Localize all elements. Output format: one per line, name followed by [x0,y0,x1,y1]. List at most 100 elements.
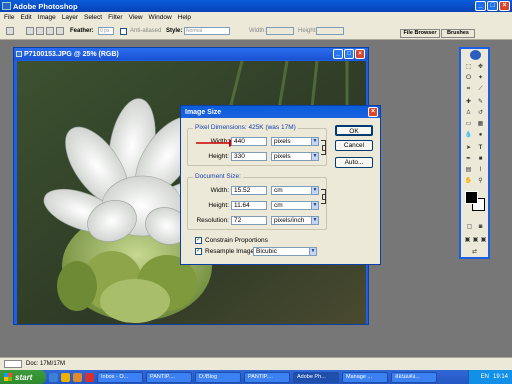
doc-width-input[interactable]: 15.52 [231,186,267,195]
foreground-color-swatch[interactable] [465,191,478,204]
dialog-close-button[interactable]: × [368,107,378,117]
adobe-online-icon[interactable] [470,50,481,60]
height-input[interactable] [316,27,344,35]
marquee-icon[interactable]: ⬚ [464,63,473,72]
cancel-button[interactable]: Cancel [335,140,373,151]
tab-file-browser[interactable]: File Browser [400,29,440,38]
magic-wand-icon[interactable]: ✦ [476,74,485,83]
chain-link-icon [322,194,326,200]
feather-input[interactable]: 0 px [98,27,114,35]
doc-height-label: Height: [208,202,229,209]
crop-icon[interactable]: ⌗ [464,85,473,94]
px-height-unit-value: pixels [274,153,291,160]
start-button[interactable]: start [0,370,46,384]
eyedropper-icon[interactable]: ⌇ [476,166,485,175]
blur-icon[interactable]: 💧 [464,131,473,140]
eraser-icon[interactable]: ▭ [464,120,473,129]
constrain-proportions-label: Constrain Proportions [205,237,268,244]
brush-icon[interactable]: ✎ [476,98,485,107]
taskbar-item-photoshop[interactable]: Adobe Ph... [293,371,339,383]
menu-view[interactable]: View [129,14,143,21]
document-title-bar[interactable]: P7100153.JPG @ 25% (RGB) _ □ × [14,48,368,60]
menu-file[interactable]: File [4,14,14,21]
language-indicator[interactable]: EN [481,374,489,380]
media-quicklaunch-icon[interactable] [73,372,82,382]
tab-brushes[interactable]: Brushes [441,29,475,38]
maximize-button[interactable]: □ [487,1,498,11]
add-selection-icon[interactable] [36,27,44,35]
app-quicklaunch-icon[interactable] [85,372,94,382]
doc-height-unit-select[interactable]: cm ▼ [271,201,319,210]
quick-mask-icon[interactable]: ◙ [476,223,485,232]
menu-filter[interactable]: Filter [108,14,122,21]
resample-method-select[interactable]: Bicubic ▼ [253,247,317,256]
type-icon[interactable]: T [476,144,485,153]
hand-icon[interactable]: ✋ [464,177,473,186]
menu-layer[interactable]: Layer [62,14,78,21]
image-size-dialog: Image Size × Pixel Dimensions: 425K (was… [180,105,381,265]
subtract-selection-icon[interactable] [46,27,54,35]
pen-icon[interactable]: ✒ [464,155,473,164]
taskbar-item-thai[interactable]: สอนแต่ง... [391,371,437,383]
antialiased-label: Anti-aliased [130,28,162,34]
px-width-input[interactable]: 440 [231,137,267,146]
pixel-dimensions-group: Pixel Dimensions: 425K (was 17M) Width: … [187,124,327,166]
px-width-unit-value: pixels [274,138,291,145]
pixel-dimensions-label: Pixel Dimensions: 425K (was 17M) [193,124,298,131]
zoom-field[interactable] [4,360,22,368]
menu-help[interactable]: Help [178,14,191,21]
menu-select[interactable]: Select [84,14,102,21]
auto-button[interactable]: Auto... [335,157,373,168]
taskbar-item-inbox[interactable]: Inbox - O... [97,371,143,383]
minimize-button[interactable]: _ [475,1,486,11]
px-height-input[interactable]: 330 [231,152,267,161]
dodge-icon[interactable]: ● [476,131,485,140]
notes-icon[interactable]: ▤ [464,166,473,175]
doc-close-button[interactable]: × [355,49,365,59]
taskbar-item-pantip-1[interactable]: PANTIP.... [146,371,192,383]
resample-image-checkbox[interactable]: ✓ [195,248,202,255]
taskbar-item-pantip-2[interactable]: PANTIP.... [244,371,290,383]
intersect-selection-icon[interactable] [56,27,64,35]
slice-icon[interactable]: ⟋ [476,85,485,94]
dialog-title-bar[interactable]: Image Size × [181,106,380,118]
shape-icon[interactable]: ■ [476,155,485,164]
marquee-tool-icon[interactable] [6,27,14,35]
app-title: Adobe Photoshop [13,1,78,11]
zoom-icon[interactable]: ⚲ [476,177,485,186]
doc-width-unit-select[interactable]: cm ▼ [271,186,319,195]
style-select[interactable]: Normal [184,27,230,35]
jump-to-imageready-icon[interactable]: ⇄ [470,248,479,257]
menu-image[interactable]: Image [38,14,56,21]
doc-height-input[interactable]: 11.64 [231,201,267,210]
clone-stamp-icon[interactable]: ♙ [464,109,473,118]
resolution-input[interactable]: 72 [231,216,267,225]
taskbar-item-blog[interactable]: D:/Blog [195,371,241,383]
antialiased-checkbox[interactable] [120,28,127,35]
standard-mode-icon[interactable]: ▢ [465,223,474,232]
chevron-down-icon: ▼ [311,217,318,224]
px-width-unit-select[interactable]: pixels ▼ [271,137,319,146]
healing-brush-icon[interactable]: ✚ [464,98,473,107]
doc-maximize-button[interactable]: □ [344,49,354,59]
screen-mode-full-icon[interactable]: ▣ [479,236,488,245]
px-height-unit-select[interactable]: pixels ▼ [271,152,319,161]
history-brush-icon[interactable]: ↺ [476,109,485,118]
ie-quicklaunch-icon[interactable] [49,372,58,382]
width-input[interactable] [266,27,294,35]
menu-edit[interactable]: Edit [20,14,31,21]
new-selection-icon[interactable] [26,27,34,35]
lasso-icon[interactable]: ⵔ [464,74,473,83]
close-button[interactable]: × [499,1,510,11]
menu-window[interactable]: Window [149,14,172,21]
gradient-icon[interactable]: ▦ [476,120,485,129]
taskbar-item-manage[interactable]: Manage ... [342,371,388,383]
desktop-quicklaunch-icon[interactable] [61,372,70,382]
constrain-proportions-checkbox[interactable]: ✓ [195,237,202,244]
move-icon[interactable]: ✥ [476,63,485,72]
ok-button[interactable]: OK [335,125,373,136]
resolution-unit-select[interactable]: pixels/inch ▼ [271,216,319,225]
path-select-icon[interactable]: ➤ [464,144,473,153]
document-size-label: Document Size: [193,173,243,180]
doc-minimize-button[interactable]: _ [333,49,343,59]
